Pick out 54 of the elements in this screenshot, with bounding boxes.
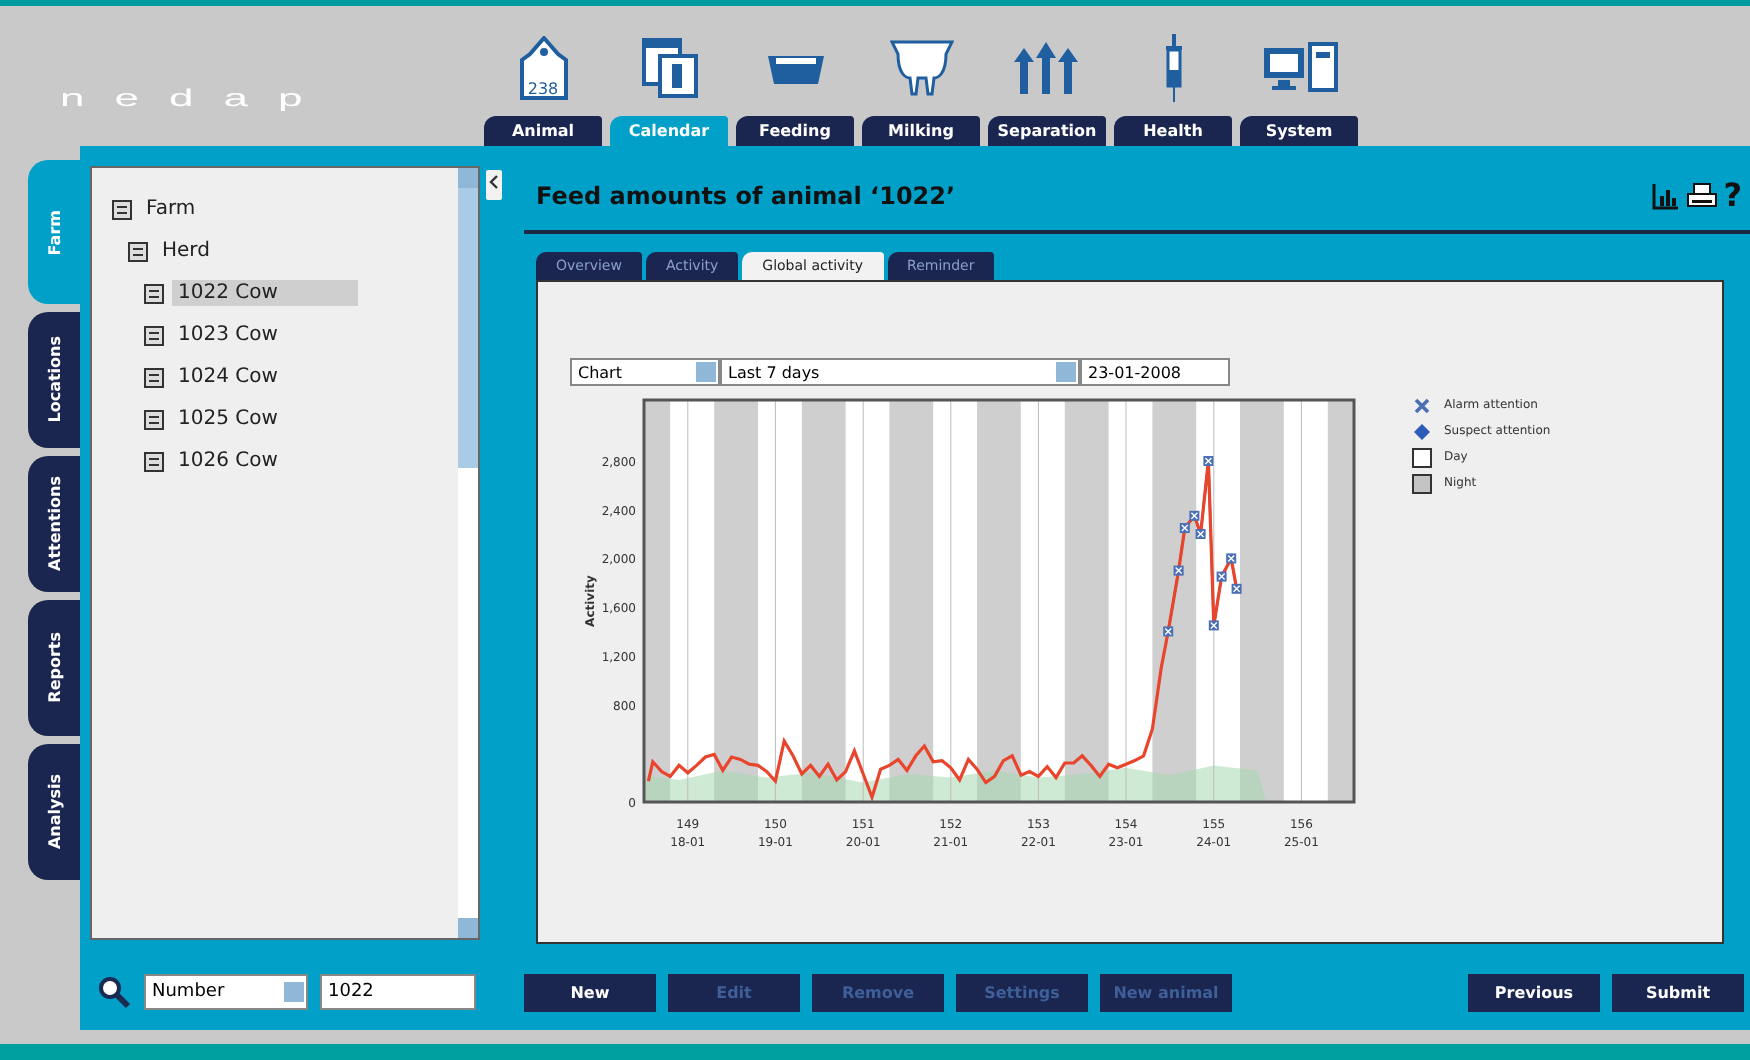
tree-item[interactable]: 1025 Cow: [172, 406, 284, 432]
node-icon: [144, 325, 164, 345]
nav-tab[interactable]: Separation: [988, 116, 1106, 146]
page-title: Feed amounts of animal ‘1022’: [536, 181, 956, 209]
nav-tab[interactable]: Feeding: [736, 116, 854, 146]
chart-icon[interactable]: [1651, 181, 1680, 209]
side-tab[interactable]: Attentions: [28, 456, 80, 592]
tree-item[interactable]: 1024 Cow: [172, 364, 284, 390]
alarm-marker: [1216, 571, 1227, 582]
nav-tab[interactable]: System: [1240, 116, 1358, 146]
tree-item[interactable]: Farm: [140, 196, 202, 222]
alarm-marker: [1173, 565, 1184, 576]
arrows-icon: [1013, 42, 1081, 94]
field-select[interactable]: Number: [144, 974, 308, 1010]
search-icon[interactable]: [96, 974, 132, 1010]
alarm-marker: [1208, 620, 1219, 631]
period-select[interactable]: Last 7 days: [720, 358, 1080, 386]
node-icon: [128, 241, 148, 261]
view-select[interactable]: Chart: [570, 358, 720, 386]
side-tab[interactable]: Locations: [28, 312, 80, 448]
action-button[interactable]: Previous: [1468, 974, 1600, 1012]
tree-item[interactable]: 1022 Cow: [172, 280, 358, 306]
search-field[interactable]: 1022: [320, 974, 476, 1010]
tree-item[interactable]: 1023 Cow: [172, 322, 284, 348]
ear-tag-icon: [517, 36, 569, 100]
alarm-marker: [1231, 583, 1242, 594]
node-icon: [144, 409, 164, 429]
side-tab[interactable]: Reports: [28, 600, 80, 736]
tree-item[interactable]: 1026 Cow: [172, 448, 284, 474]
scrollbar[interactable]: [458, 168, 478, 938]
node-icon: [112, 199, 132, 219]
alarm-marker: [1195, 529, 1206, 539]
alarm-marker: [1163, 626, 1174, 637]
udder-icon: [889, 38, 953, 98]
tree-item[interactable]: Herd: [156, 238, 216, 264]
node-icon: [144, 367, 164, 387]
date-field[interactable]: 23-01-2008: [1080, 358, 1230, 386]
computer-icon: [1261, 42, 1337, 94]
collapse-icon[interactable]: [486, 170, 502, 200]
node-icon: [144, 283, 164, 303]
nav-tab[interactable]: Health: [1114, 116, 1232, 146]
syringe-icon: [1161, 34, 1185, 102]
help-button[interactable]: ?: [1723, 176, 1742, 214]
tag-number: 238: [525, 80, 561, 98]
printer-icon[interactable]: [1685, 181, 1718, 209]
action-button[interactable]: Submit: [1612, 974, 1744, 1012]
nav-tab[interactable]: Animal: [484, 116, 602, 146]
calendar-icon: [639, 36, 699, 100]
action-button[interactable]: New: [524, 974, 656, 1012]
alarm-marker: [1226, 553, 1237, 564]
nav-tab[interactable]: Milking: [862, 116, 980, 146]
node-icon: [144, 451, 164, 471]
alarm-marker: [1203, 456, 1214, 466]
side-tab[interactable]: Analysis: [28, 744, 80, 880]
